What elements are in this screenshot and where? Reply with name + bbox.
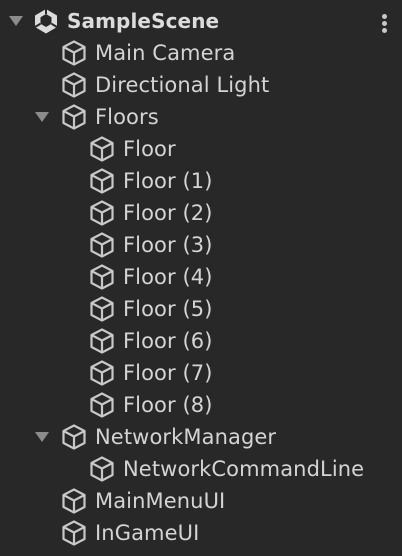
gameobject-cube-icon xyxy=(61,71,87,99)
hierarchy-item-label: MainMenuUI xyxy=(95,489,226,513)
hierarchy-item-label: Floor (4) xyxy=(123,265,213,289)
gameobject-cube-icon xyxy=(89,295,115,323)
hierarchy-item-label: Directional Light xyxy=(95,73,270,97)
hierarchy-item[interactable]: Floor xyxy=(0,133,402,165)
gameobject-cube-icon xyxy=(89,455,115,483)
hierarchy-item-label: Floors xyxy=(95,105,159,129)
hierarchy-item[interactable]: NetworkManager xyxy=(0,421,402,453)
hierarchy-item-label: NetworkManager xyxy=(95,425,277,449)
unity-scene-icon xyxy=(33,7,59,35)
hierarchy-item-label: Floor (8) xyxy=(123,393,213,417)
hierarchy-item[interactable]: Floors xyxy=(0,101,402,133)
gameobject-cube-icon xyxy=(61,423,87,451)
gameobject-cube-icon xyxy=(61,103,87,131)
hierarchy-item[interactable]: InGameUI xyxy=(0,517,402,549)
hierarchy-item[interactable]: Main Camera xyxy=(0,37,402,69)
hierarchy-item[interactable]: Floor (4) xyxy=(0,261,402,293)
scene-row[interactable]: SampleScene xyxy=(0,5,402,37)
gameobject-cube-icon xyxy=(89,231,115,259)
hierarchy-item[interactable]: Floor (7) xyxy=(0,357,402,389)
gameobject-cube-icon xyxy=(61,487,87,515)
gameobject-cube-icon xyxy=(89,263,115,291)
gameobject-cube-icon xyxy=(89,199,115,227)
scene-name: SampleScene xyxy=(67,9,220,33)
hierarchy-item[interactable]: Floor (2) xyxy=(0,197,402,229)
hierarchy-item-label: Floor (2) xyxy=(123,201,213,225)
hierarchy-item[interactable]: MainMenuUI xyxy=(0,485,402,517)
foldout-arrow[interactable] xyxy=(35,112,49,122)
hierarchy-item[interactable]: Floor (1) xyxy=(0,165,402,197)
kebab-menu-icon[interactable] xyxy=(380,14,388,36)
hierarchy-item[interactable]: Floor (6) xyxy=(0,325,402,357)
gameobject-cube-icon xyxy=(89,167,115,195)
hierarchy-item[interactable]: Directional Light xyxy=(0,69,402,101)
gameobject-cube-icon xyxy=(89,391,115,419)
hierarchy-item-label: Floor (3) xyxy=(123,233,213,257)
hierarchy-panel: SampleScene Main Camera Directional Ligh… xyxy=(0,0,402,556)
scene-foldout-arrow[interactable] xyxy=(9,16,23,26)
gameobject-cube-icon xyxy=(61,39,87,67)
hierarchy-item[interactable]: Floor (5) xyxy=(0,293,402,325)
hierarchy-item[interactable]: NetworkCommandLine xyxy=(0,453,402,485)
hierarchy-item-label: InGameUI xyxy=(95,521,200,545)
gameobject-cube-icon xyxy=(89,135,115,163)
hierarchy-item[interactable]: Floor (3) xyxy=(0,229,402,261)
gameobject-cube-icon xyxy=(89,327,115,355)
gameobject-cube-icon xyxy=(89,359,115,387)
hierarchy-item-label: Floor (6) xyxy=(123,329,213,353)
foldout-arrow[interactable] xyxy=(35,432,49,442)
hierarchy-item-label: NetworkCommandLine xyxy=(123,457,365,481)
hierarchy-item-label: Main Camera xyxy=(95,41,236,65)
hierarchy-item-label: Floor (7) xyxy=(123,361,213,385)
gameobject-cube-icon xyxy=(61,519,87,547)
hierarchy-item-label: Floor xyxy=(123,137,176,161)
hierarchy-item-label: Floor (1) xyxy=(123,169,213,193)
hierarchy-item[interactable]: Floor (8) xyxy=(0,389,402,421)
hierarchy-item-label: Floor (5) xyxy=(123,297,213,321)
